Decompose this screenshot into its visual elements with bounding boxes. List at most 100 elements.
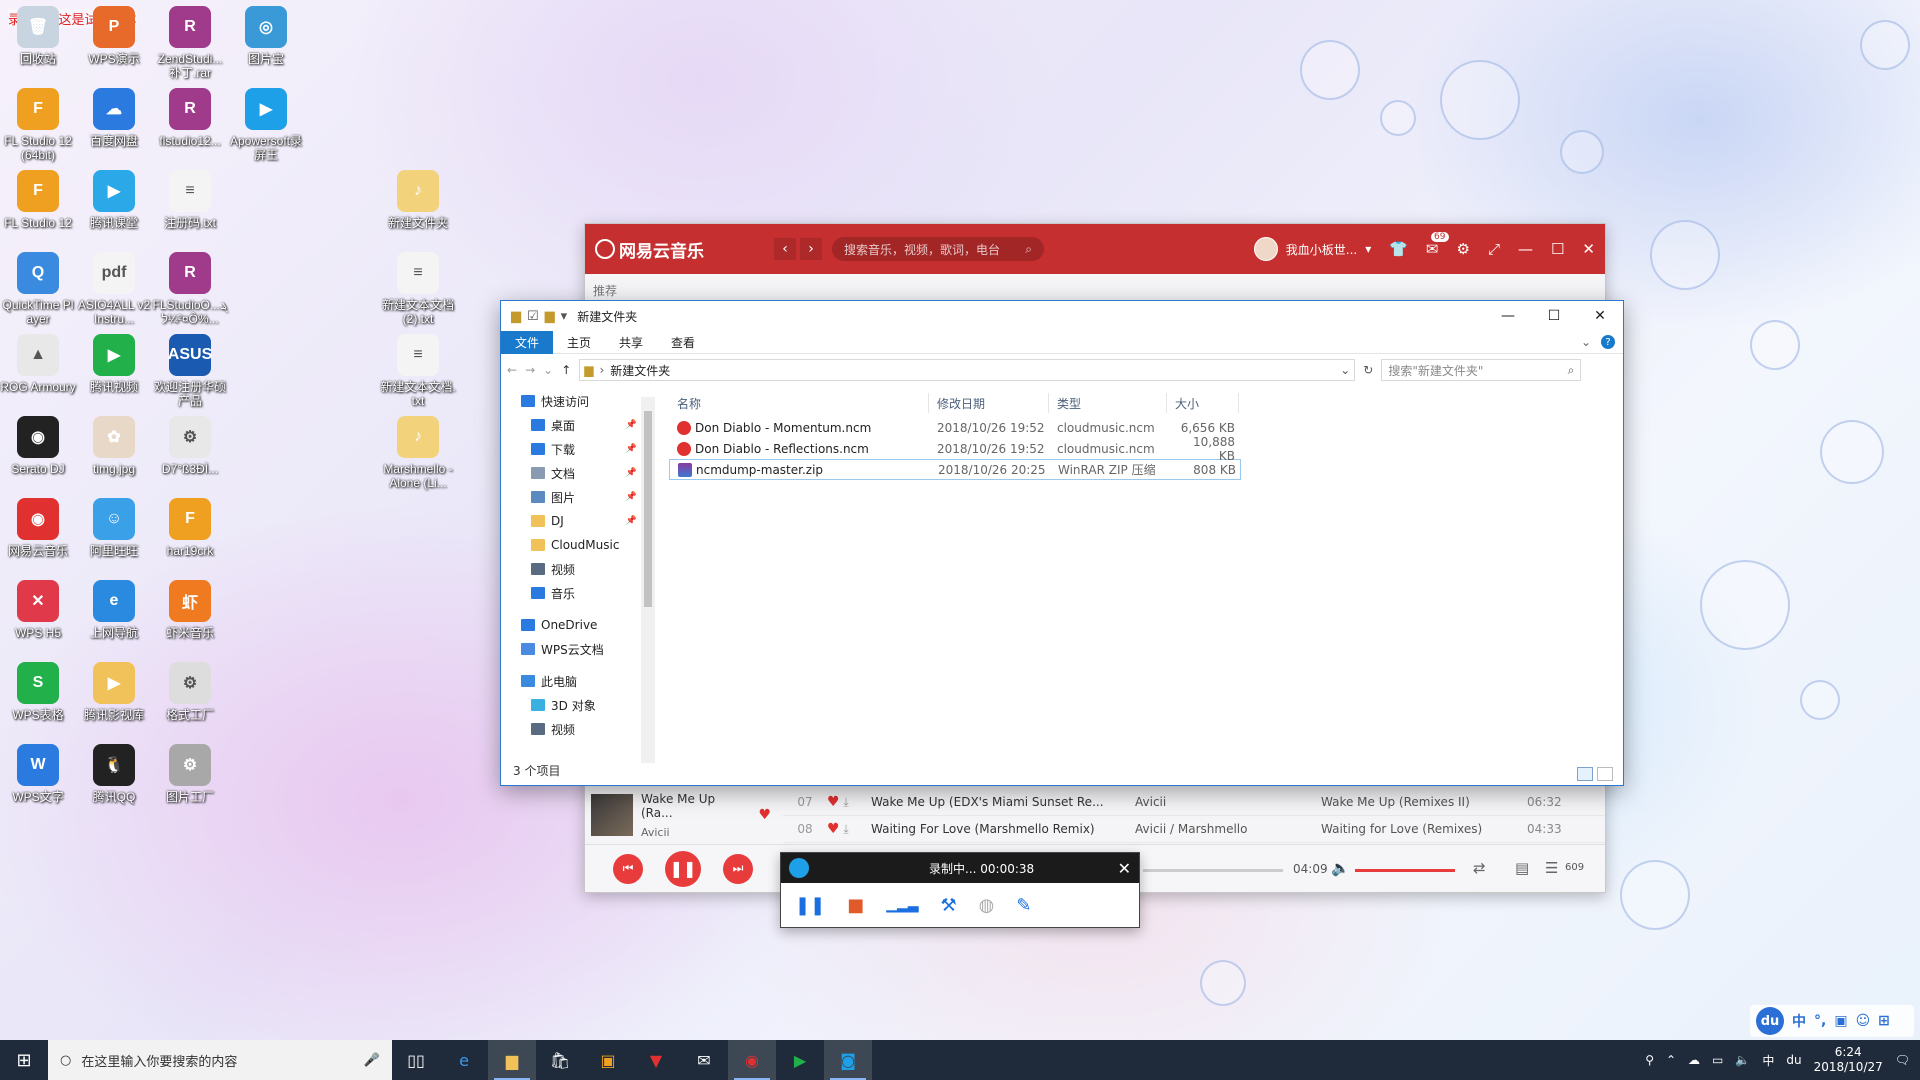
chevron-down-icon[interactable]: ▾ [561,309,568,324]
file-size[interactable]: 808 KB [1168,463,1240,477]
column-size[interactable]: 大小 [1167,393,1239,413]
address-bar[interactable]: ▆ › 新建文件夹 ⌄ [579,359,1356,381]
file-explorer-icon[interactable]: ▆ [488,1040,536,1080]
column-name[interactable]: 名称 [669,393,929,413]
desktop-icon[interactable]: ◉ Serato DJ [0,416,76,476]
skin-icon[interactable]: 👕 [1389,240,1408,258]
app-icon[interactable]: F [17,170,59,212]
properties-icon[interactable]: ☑ [527,309,539,324]
file-type[interactable]: WinRAR ZIP 压缩 [1050,461,1168,478]
minimize-button[interactable]: — [1485,301,1531,331]
file-date[interactable]: 2018/10/26 19:52 [929,442,1049,456]
user-menu[interactable]: 我血小板世... ▾ [1253,237,1371,261]
album-cover[interactable] [591,794,633,836]
desktop-icon[interactable]: F FL Studio 12 [0,170,76,230]
column-type[interactable]: 类型 [1049,393,1167,413]
desktop-icon-label[interactable]: 图片宝 [228,52,304,66]
volume-icon[interactable]: 🔈 [1331,859,1350,877]
desktop-icon[interactable]: ≡ 新建文本文档.txt [380,334,456,408]
column-date[interactable]: 修改日期 [929,393,1049,413]
close-icon[interactable]: ✕ [1582,240,1595,258]
desktop-icon[interactable]: R ZendStudi...补丁.rar [152,6,228,80]
baidu-tray-icon[interactable]: du [1786,1053,1801,1067]
refresh-icon[interactable]: ↻ [1363,363,1373,377]
file-type[interactable]: cloudmusic.ncm [1049,421,1167,435]
app-icon[interactable]: ◉ [17,416,59,458]
desktop-icon-label[interactable]: ASIO4ALL v2 Instru... [76,298,152,326]
lyrics-icon[interactable]: ▤ [1515,859,1529,877]
file-size[interactable]: 6,656 KB [1167,421,1239,435]
details-view-icon[interactable] [1577,767,1593,781]
mail-icon[interactable]: ✉ 69 [1426,232,1449,258]
app-icon[interactable]: P [93,6,135,48]
chevron-down-icon[interactable]: ▾ [1365,242,1371,256]
nav-item[interactable]: 下载 📌 [501,437,653,461]
app-icon[interactable]: ✕ [17,580,59,622]
avatar[interactable] [1253,237,1278,261]
toolbox-icon[interactable]: ▣ [1834,1013,1847,1029]
track-album[interactable]: Waiting for Love (Remixes) [1321,822,1527,836]
desktop-icon-label[interactable]: 新建文件夹 [380,216,456,230]
gear-icon[interactable]: ⚙ [1457,240,1470,258]
app-icon[interactable]: W [17,744,59,786]
desktop-icon-label[interactable]: 阿里旺旺 [76,544,152,558]
desktop-icon[interactable]: e 上网导航 [76,580,152,640]
new-folder-icon[interactable]: ▆ [545,309,555,324]
nav-item-label[interactable]: 文档 [551,465,575,482]
app-icon[interactable]: ▶ [93,662,135,704]
nav-item-label[interactable]: 图片 [551,489,575,506]
file-name[interactable]: Don Diablo - Reflections.ncm [695,442,869,456]
nav-item-label[interactable]: WPS云文档 [541,641,604,658]
tab-view[interactable]: 查看 [657,331,709,354]
desktop-icon[interactable]: ASUS 欢迎注册华硕产品 [152,334,228,408]
app-icon[interactable]: 🐧 [93,744,135,786]
nav-item[interactable]: 图片 📌 [501,485,653,509]
desktop-icon[interactable]: 虾虾米音乐 [152,580,228,640]
desktop-icon[interactable]: S WPS表格 [0,662,76,722]
toolbox-icon[interactable]: ⚒ [941,895,957,916]
nav-item[interactable]: 视频 [501,717,653,741]
baidu-ime-icon[interactable]: du [1756,1007,1784,1035]
file-name[interactable]: Don Diablo - Momentum.ncm [695,421,871,435]
app-icon[interactable]: ▲ [17,334,59,376]
grid-icon[interactable]: ⊞ [1878,1013,1890,1029]
desktop-icon-label[interactable]: flstudio12... [152,134,228,148]
table-row[interactable]: Don Diablo - Reflections.ncm 2018/10/26 1… [669,435,1615,463]
pen-icon[interactable]: ✎ [1016,895,1031,916]
track-album[interactable]: Wake Me Up (Remixes II) [1321,795,1527,809]
webcam-icon[interactable]: ◍ [979,895,995,916]
app-icon[interactable]: R [169,252,211,294]
nav-item[interactable]: DJ 📌 [501,509,653,533]
desktop-icon[interactable]: ☁ 百度网盘 [76,88,152,148]
playlist-icon[interactable]: ☰ [1545,859,1558,877]
desktop-icon[interactable]: ✿ timg.jpg [76,416,152,476]
wps-icon[interactable]: ▣ [584,1040,632,1080]
shield-icon[interactable]: ▼ [632,1040,680,1080]
file-type[interactable]: cloudmusic.ncm [1049,442,1167,456]
file-name-cell[interactable]: ncmdump-master.zip [670,462,930,477]
pause-icon[interactable]: ❚❚ [795,895,825,916]
recorder-icon[interactable]: ◙ [824,1040,872,1080]
app-icon[interactable]: ≡ [169,170,211,212]
desktop-icon[interactable]: Fhar19crk [152,498,228,558]
desktop-icon-label[interactable]: WPS文字 [0,790,76,804]
app-icon[interactable]: e [93,580,135,622]
desktop-icon[interactable]: F FL Studio 12 (64bit) [0,88,76,162]
app-icon[interactable]: ▶ [93,334,135,376]
desktop-icon[interactable]: ◉ 网易云音乐 [0,498,76,558]
pin-icon[interactable]: 📌 [626,420,637,430]
chevron-down-icon[interactable]: ⌄ [1581,335,1591,349]
people-icon[interactable]: ⚲ [1645,1053,1654,1067]
maximize-button[interactable]: ☐ [1531,301,1577,331]
desktop-icon-label[interactable]: 新建文本文档 (2).txt [380,298,456,326]
now-playing[interactable]: Wake Me Up (Ra... Avicii ♥ [585,789,779,841]
desktop-icon-label[interactable]: 腾讯影视库 [76,708,152,722]
nav-item[interactable]: 此电脑 [501,669,653,693]
desktop-icon-label[interactable]: 回收站 [0,52,76,66]
tab-file[interactable]: 文件 [501,330,554,354]
mini-mode-icon[interactable]: ⤢ [1488,240,1500,258]
desktop-icon[interactable]: ✕ WPS H5 [0,580,76,640]
edge-icon[interactable]: e [440,1040,488,1080]
desktop-icon[interactable]: ⚙ 图片工厂 [152,744,228,804]
desktop-icon-label[interactable]: WPS H5 [0,626,76,640]
